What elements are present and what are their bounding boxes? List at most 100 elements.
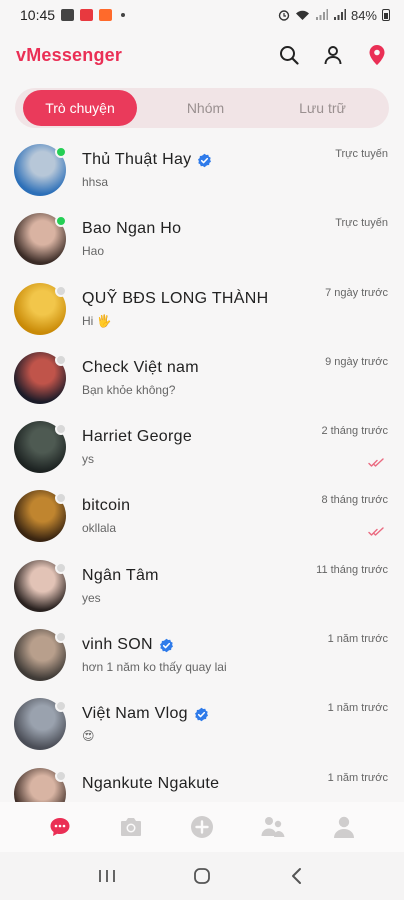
online-status-dot xyxy=(55,215,67,228)
chat-bubble-icon xyxy=(50,818,70,836)
more-notifications-icon xyxy=(121,13,126,17)
avatar-container xyxy=(14,213,67,266)
recents-button[interactable] xyxy=(94,863,120,889)
app-title: vMessenger xyxy=(16,44,123,65)
app-notification-icon xyxy=(99,9,113,21)
conversation-tabs: Trò chuyện Nhóm Lưu trữ xyxy=(15,88,389,128)
avatar-container xyxy=(14,490,67,543)
location-pin-icon xyxy=(369,45,385,65)
tab-archive[interactable]: Lưu trữ xyxy=(264,90,381,126)
offline-status-dot xyxy=(55,492,67,505)
contact-name: Ngankute Ngakute xyxy=(82,774,220,792)
message-notification-icon xyxy=(80,9,94,21)
conversation-body: bitcoin okllala 8 tháng trước xyxy=(82,490,388,537)
home-button[interactable] xyxy=(189,863,215,889)
conversation-row[interactable]: QUỸ BĐS LONG THÀNH Hi 🖐️ 7 ngày trước xyxy=(0,275,404,344)
search-button[interactable] xyxy=(278,44,300,66)
status-time: 10:45 xyxy=(20,7,56,23)
avatar-container xyxy=(14,421,67,474)
battery-icon xyxy=(382,9,390,21)
message-preview: Hi 🖐️ xyxy=(82,313,112,328)
verified-badge-icon xyxy=(197,153,212,168)
system-navigation xyxy=(0,852,404,900)
message-preview: 😍 xyxy=(82,729,95,744)
contact-name: Check Việt nam xyxy=(82,358,199,376)
avatar-container xyxy=(14,351,67,404)
conversation-list: Thủ Thuật Hay hhsa Trực tuyến Bao Ngan Ho Ha… xyxy=(0,136,404,802)
camera-icon xyxy=(120,818,141,836)
back-button[interactable] xyxy=(284,863,310,889)
profile-icon xyxy=(324,46,342,65)
avatar-container xyxy=(14,144,67,196)
last-active-time: 2 tháng trước xyxy=(321,425,388,438)
location-button[interactable] xyxy=(366,44,388,66)
avatar-container xyxy=(14,559,67,612)
conversation-row[interactable]: Ngân Tâm yes 11 tháng trước xyxy=(0,552,404,621)
nav-chats-button[interactable] xyxy=(45,812,75,842)
avatar-container xyxy=(14,282,67,335)
app-bar: vMessenger xyxy=(0,30,404,80)
message-preview: Bạn khỏe không? xyxy=(82,382,176,397)
last-active-time: 11 tháng trước xyxy=(316,563,388,576)
gallery-notification-icon xyxy=(61,9,75,21)
profile-button[interactable] xyxy=(322,44,344,66)
conversation-body: Ngankute Ngakute 1 năm trước xyxy=(82,768,388,799)
last-active-time: 9 ngày trước xyxy=(325,355,388,368)
last-active-time: 1 năm trước xyxy=(327,771,388,784)
contacts-icon xyxy=(261,817,285,837)
conversation-row[interactable]: Ngankute Ngakute 1 năm trước xyxy=(0,760,404,802)
conversation-row[interactable]: Việt Nam Vlog 😍 1 năm trước xyxy=(0,690,404,759)
contact-name: Ngân Tâm xyxy=(82,566,159,584)
message-preview: okllala xyxy=(82,521,117,536)
conversation-row[interactable]: bitcoin okllala 8 tháng trước xyxy=(0,482,404,551)
last-active-time: 8 tháng trước xyxy=(321,494,388,507)
conversation-body: Ngân Tâm yes 11 tháng trước xyxy=(82,560,388,605)
offline-status-dot xyxy=(55,700,67,713)
conversation-row[interactable]: Bao Ngan Ho Hao Trực tuyến xyxy=(0,205,404,274)
tab-chats[interactable]: Trò chuyện xyxy=(23,90,137,126)
conversation-body: Thủ Thuật Hay hhsa Trực tuyến xyxy=(82,144,388,189)
offline-status-dot xyxy=(55,631,67,644)
add-circle-icon xyxy=(190,816,213,838)
message-preview: Hao xyxy=(82,244,105,259)
last-active-time: Trực tuyến xyxy=(335,217,388,230)
nav-add-button[interactable] xyxy=(187,812,217,842)
verified-badge-icon xyxy=(194,707,209,722)
conversation-row[interactable]: Thủ Thuật Hay hhsa Trực tuyến xyxy=(0,136,404,205)
offline-status-dot xyxy=(55,561,67,574)
contact-name: Bao Ngan Ho xyxy=(82,220,182,238)
conversation-body: Việt Nam Vlog 😍 1 năm trước xyxy=(82,698,388,743)
verified-badge-icon xyxy=(159,638,174,653)
last-active-time: 1 năm trước xyxy=(327,633,388,646)
conversation-row[interactable]: Harriet George ys 2 tháng trước xyxy=(0,413,404,482)
last-active-time: Trực tuyến xyxy=(335,148,388,160)
online-status-dot xyxy=(55,146,67,158)
avatar-container xyxy=(14,698,67,751)
bottom-navigation xyxy=(0,802,404,852)
alarm-icon xyxy=(278,10,290,21)
back-icon xyxy=(291,868,301,884)
offline-status-dot xyxy=(55,423,67,436)
signal-icon-2 xyxy=(333,9,346,20)
battery-percent: 84% xyxy=(350,7,377,23)
offline-status-dot xyxy=(55,769,67,782)
nav-profile-button[interactable] xyxy=(329,812,359,842)
last-active-time: 1 năm trước xyxy=(327,702,388,715)
recents-icon xyxy=(99,870,116,882)
tab-groups[interactable]: Nhóm xyxy=(147,90,264,126)
avatar-container xyxy=(14,767,67,802)
search-icon xyxy=(280,46,299,65)
nav-contacts-button[interactable] xyxy=(258,812,288,842)
contact-name: Việt Nam Vlog xyxy=(82,705,188,723)
read-receipt-icon xyxy=(368,455,384,467)
read-receipt-icon xyxy=(368,524,384,537)
conversation-row[interactable]: Check Việt nam Bạn khỏe không? 9 ngày trướ… xyxy=(0,344,404,413)
contact-name: Thủ Thuật Hay xyxy=(82,151,192,168)
offline-status-dot xyxy=(55,284,67,297)
conversation-body: Harriet George ys 2 tháng trước xyxy=(82,421,388,467)
signal-icon xyxy=(315,9,328,20)
conversation-row[interactable]: vinh SON hơn 1 năm ko thấy quay lai 1 năm … xyxy=(0,621,404,690)
message-preview: hơn 1 năm ko thấy quay lai xyxy=(82,660,227,675)
contact-name: Harriet George xyxy=(82,428,193,446)
nav-camera-button[interactable] xyxy=(116,812,146,842)
